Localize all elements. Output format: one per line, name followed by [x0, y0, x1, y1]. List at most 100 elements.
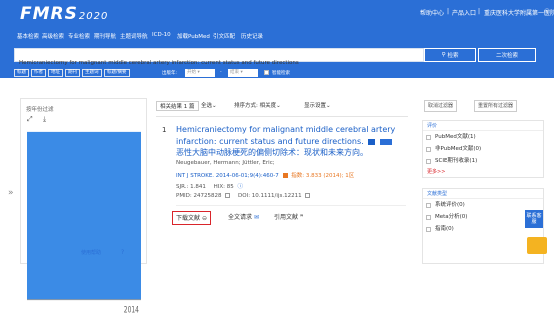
- chevron-down-icon: ⌄: [276, 103, 281, 109]
- secondary-search-button[interactable]: 二次检索: [478, 48, 536, 62]
- facet-checkbox[interactable]: [426, 203, 431, 208]
- document-type-header: 文献类型: [423, 189, 543, 199]
- help-link[interactable]: 帮助中心: [420, 8, 444, 17]
- article-impact: 指数: 3.833 (2014); 1区: [291, 173, 355, 179]
- article-journal[interactable]: INT J STROKE. 2014-06-01;9(4):460-7: [176, 173, 279, 179]
- display-settings-dropdown[interactable]: 显示设置⌄: [301, 101, 334, 111]
- filter-tag-title[interactable]: 标题: [14, 69, 29, 77]
- facet-checkbox[interactable]: [426, 215, 431, 220]
- sidebar-toggle[interactable]: »: [8, 180, 14, 199]
- year-end-select[interactable]: 结束 ▾: [228, 69, 258, 77]
- filter-bar: 标题 作者 地址 期刊 主题词 标题/摘要 出版年: 开始 ▾ - 结束 ▾ 智…: [0, 69, 554, 79]
- pubmed-badge-icon[interactable]: [379, 138, 392, 145]
- help-circle-icon[interactable]: ?: [121, 249, 124, 256]
- select-all-dropdown[interactable]: 全选⌄: [198, 101, 220, 111]
- year-filter-label: 出版年:: [162, 71, 178, 76]
- nav-journal-navigation[interactable]: 期刊导航: [94, 32, 116, 40]
- products-link[interactable]: 产品入口: [452, 8, 476, 17]
- display-settings-label: 显示设置: [304, 103, 327, 109]
- cancel-filter-button[interactable]: 取消过滤器: [424, 100, 458, 112]
- help-link[interactable]: 使用帮助: [81, 249, 101, 256]
- search-icon: ⚲: [441, 52, 446, 58]
- year-filter-title: 按年份过滤: [26, 107, 54, 113]
- article-title-link[interactable]: Hemicraniectomy for malignant middle cer…: [176, 124, 406, 148]
- facet-item-non-pubmed[interactable]: 非PubMed文献(0): [423, 143, 543, 155]
- year-range-dash: -: [220, 70, 222, 75]
- download-label: 下载文献: [176, 215, 201, 222]
- article-metrics: SJR.: 1.841 HIX: 85 ⓘ: [176, 182, 243, 190]
- top-nav: 帮助中心 | 产品入口 | 重庆医科大学附属第一医院 ⓘ: [0, 8, 554, 20]
- customer-service-button[interactable]: 联系客服: [525, 210, 543, 228]
- filter-tag-author[interactable]: 作者: [31, 69, 46, 77]
- download-icon[interactable]: ⤓: [43, 115, 46, 124]
- results-panel: 相关结果 1 篇 全选⌄ 排序方式: 相关度⌄ 显示设置⌄ 1 Hemicran…: [156, 98, 408, 264]
- facet-item-pubmed[interactable]: PubMed文献(1): [423, 131, 543, 143]
- article-index: 1: [162, 126, 167, 134]
- nav-basic-search[interactable]: 基本检索: [17, 32, 39, 40]
- results-count-tab[interactable]: 相关结果 1 篇: [156, 101, 199, 111]
- year-bar-2014[interactable]: [27, 131, 141, 300]
- separator: |: [447, 8, 450, 15]
- search-box: [14, 48, 424, 69]
- search-input[interactable]: [15, 57, 423, 69]
- mail-icon: ✉: [253, 214, 259, 221]
- copy-icon[interactable]: [305, 193, 311, 198]
- facet-checkbox[interactable]: [426, 227, 431, 232]
- more-link[interactable]: 更多>>: [423, 167, 543, 177]
- article-journal-line: INT J STROKE. 2014-06-01;9(4):460-7 指数: …: [176, 171, 354, 179]
- double-chevron-right-icon: »: [8, 188, 14, 198]
- article-type-icon: [368, 138, 376, 145]
- nav-advanced-search[interactable]: 高级检索: [42, 32, 64, 40]
- header: FMRS2020 帮助中心 | 产品入口 | 重庆医科大学附属第一医院 ⓘ 基本…: [0, 0, 554, 78]
- article-title: Hemicraniectomy for malignant middle cer…: [176, 125, 396, 146]
- divider: [156, 116, 408, 117]
- facet-checkbox[interactable]: [426, 147, 431, 152]
- year-histogram[interactable]: 2014: [27, 129, 141, 317]
- facet-checkbox[interactable]: [426, 135, 431, 140]
- reset-filters-button[interactable]: 重置所有过滤器: [474, 100, 518, 112]
- filter-tag-subject[interactable]: 主题词: [82, 69, 102, 77]
- facet-checkbox[interactable]: [426, 159, 431, 164]
- article-title-translated[interactable]: 恶性大脑中动脉梗死的偏侧切除术：现状和未来方向。: [176, 148, 406, 158]
- year-filter-panel: 按年份过滤 ⤢ ⤓ 2014 使用帮助 ?: [20, 98, 147, 315]
- facet-item-scie[interactable]: SCIE期刊收录(1): [423, 155, 543, 167]
- year-start-text: 开始: [187, 70, 196, 75]
- chevron-down-icon: ⌄: [326, 103, 331, 109]
- info-icon[interactable]: ⓘ: [544, 7, 550, 16]
- search-button[interactable]: ⚲ 检索: [424, 48, 476, 62]
- expand-icon[interactable]: ⤢: [27, 115, 33, 124]
- article-doi[interactable]: DOI: 10.1111/ijs.12211: [238, 193, 302, 199]
- facet-item-label: 指南(0): [435, 226, 454, 232]
- chevron-down-icon: ⌄: [212, 103, 217, 109]
- nav-load-pubmed[interactable]: 加载PubMed: [177, 32, 210, 40]
- nav-expert-search[interactable]: 专业检索: [68, 32, 90, 40]
- nav-citation-match[interactable]: 引文匹配: [213, 32, 235, 40]
- sort-label: 排序方式: 相关度: [234, 103, 277, 109]
- separator-2: |: [478, 8, 481, 15]
- download-article-button[interactable]: 下载文献 ⊖: [172, 211, 211, 225]
- article-ids: PMID: 24725828 DOI: 10.1111/ijs.12211: [176, 193, 311, 199]
- chevron-down-icon: ▾: [197, 70, 200, 75]
- filter-tag-title-abstract[interactable]: 标题/摘要: [104, 69, 130, 77]
- cite-button[interactable]: 引用文献 ❞: [274, 211, 303, 225]
- main-nav: 基本检索 高级检索 专业检索 期刊导航 主题词导航 ICD-10 加载PubMe…: [0, 32, 554, 42]
- hix-info-icon[interactable]: ⓘ: [237, 184, 243, 190]
- smart-search-checkbox[interactable]: [264, 70, 269, 75]
- secondary-search-label: 二次检索: [495, 53, 518, 59]
- article-hix: HIX: 85: [213, 184, 234, 190]
- article-pmid[interactable]: PMID: 24725828: [176, 193, 222, 199]
- sort-dropdown[interactable]: 排序方式: 相关度⌄: [231, 101, 284, 111]
- fulltext-request-button[interactable]: 全文请求 ✉: [228, 211, 259, 225]
- filter-tag-address[interactable]: 地址: [48, 69, 63, 77]
- nav-icd10[interactable]: ICD-10: [152, 32, 171, 38]
- nav-history[interactable]: 历史记录: [241, 32, 263, 40]
- copy-icon[interactable]: [225, 193, 231, 198]
- folder-icon[interactable]: [527, 237, 547, 254]
- download-circle-icon: ⊖: [201, 215, 207, 222]
- facet-item-label: 非PubMed文献(0): [435, 146, 482, 152]
- divider: [176, 205, 406, 206]
- nav-subject-navigation[interactable]: 主题词导航: [120, 32, 148, 40]
- evaluation-facet: 评价 PubMed文献(1) 非PubMed文献(0) SCIE期刊收录(1) …: [422, 120, 544, 178]
- year-start-select[interactable]: 开始 ▾: [185, 69, 215, 77]
- filter-tag-journal[interactable]: 期刊: [65, 69, 80, 77]
